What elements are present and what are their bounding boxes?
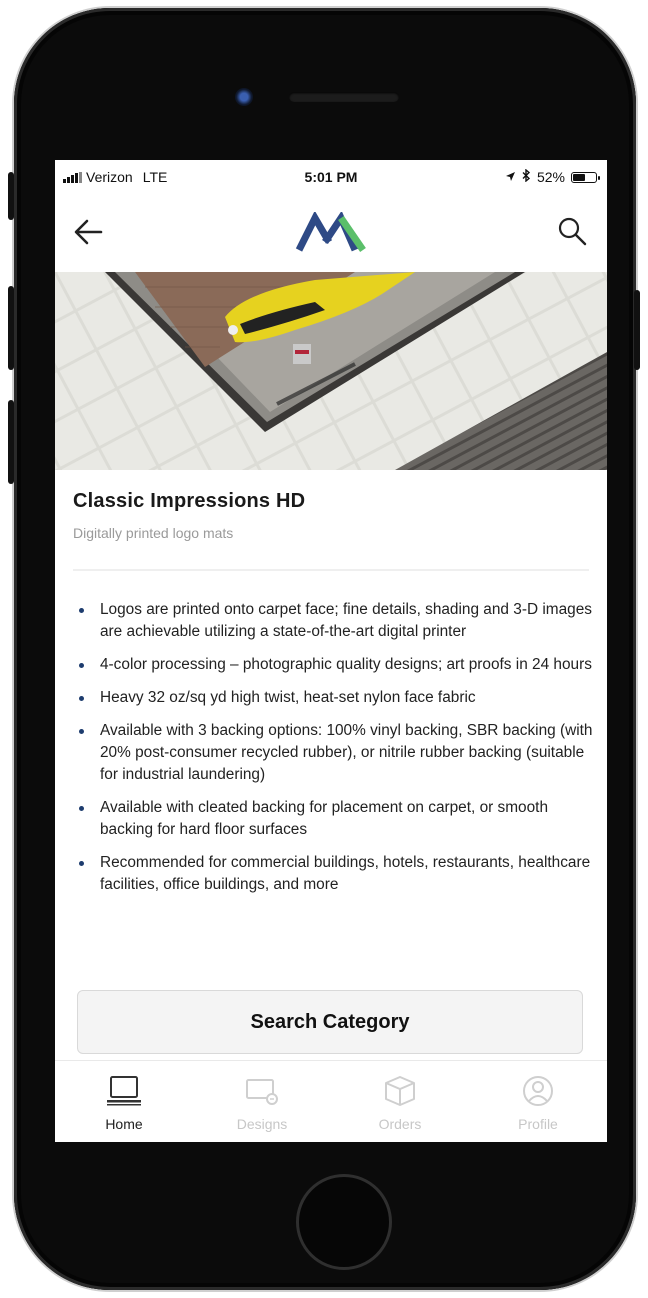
feature-item: Logos are printed onto carpet face; fine…: [73, 599, 593, 643]
search-category-button[interactable]: Search Category: [77, 990, 583, 1054]
feature-list: Logos are printed onto carpet face; fine…: [73, 599, 593, 896]
tab-designs[interactable]: Designs: [193, 1061, 331, 1142]
user-icon: [520, 1075, 556, 1112]
battery-percent: 52%: [536, 169, 565, 185]
bluetooth-icon: [522, 168, 531, 185]
arrow-left-icon[interactable]: [69, 212, 109, 252]
search-icon[interactable]: [555, 214, 589, 248]
mute-switch: [8, 172, 14, 220]
feature-item: 4-color processing – photographic qualit…: [73, 654, 593, 676]
home-hardware-button[interactable]: [296, 1174, 392, 1270]
front-camera: [235, 88, 253, 106]
feature-item: Available with 3 backing options: 100% v…: [73, 720, 593, 786]
feature-item: Recommended for commercial buildings, ho…: [73, 852, 593, 896]
tab-label: Orders: [378, 1116, 422, 1132]
app-screen: Verizon LTE 5:01 PM 52% Classic Impressi…: [55, 160, 607, 1142]
tab-label: Profile: [518, 1116, 558, 1132]
laptop-icon: [106, 1075, 142, 1112]
tab-label: Designs: [236, 1116, 288, 1132]
earpiece-speaker: [289, 92, 399, 102]
feature-item: Heavy 32 oz/sq yd high twist, heat-set n…: [73, 687, 593, 709]
brand-logo: [295, 210, 367, 252]
product-subtitle: Digitally printed logo mats: [73, 525, 234, 541]
location-icon: [505, 169, 516, 185]
tab-bar: Home Designs Orders Profile: [55, 1060, 607, 1142]
product-hero-image: [55, 272, 607, 470]
volume-down-button: [8, 400, 14, 484]
product-title: Classic Impressions HD: [73, 490, 306, 512]
product-details: Classic Impressions HD Digitally printed…: [73, 490, 593, 907]
battery-icon: [571, 171, 600, 183]
tab-profile[interactable]: Profile: [469, 1061, 607, 1142]
box-icon: [382, 1075, 418, 1112]
tab-label: Home: [105, 1116, 143, 1132]
status-bar: Verizon LTE 5:01 PM 52%: [55, 160, 607, 192]
designs-icon: [244, 1075, 280, 1112]
nav-bar: [55, 192, 607, 272]
tab-orders[interactable]: Orders: [331, 1061, 469, 1142]
power-button: [634, 290, 640, 370]
volume-up-button: [8, 286, 14, 370]
tab-home[interactable]: Home: [55, 1061, 193, 1142]
divider: [73, 569, 589, 571]
feature-item: Available with cleated backing for place…: [73, 797, 593, 841]
